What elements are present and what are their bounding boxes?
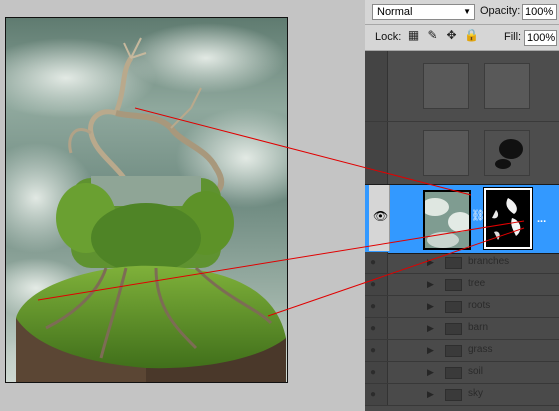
layer-group-row[interactable]: ● ▶ soil <box>365 362 559 384</box>
disclosure-triangle-icon[interactable]: ▶ <box>427 323 434 334</box>
opacity-value: 100% <box>525 6 554 18</box>
group-name: tree <box>468 278 486 289</box>
visibility-toggle[interactable]: ● <box>365 340 388 361</box>
folder-icon <box>445 257 462 269</box>
layer-group-row[interactable]: ● ▶ roots <box>365 296 559 318</box>
visibility-toggle[interactable]: ● <box>365 274 388 295</box>
folder-icon <box>445 301 462 313</box>
group-name: soil <box>468 366 484 377</box>
visibility-toggle[interactable]: ● <box>365 362 388 383</box>
visibility-toggle[interactable]: ● <box>365 252 388 273</box>
layer-group-row[interactable]: ● ▶ branches <box>365 252 559 274</box>
layers-panel: Normal ▼ Opacity: 100% Lock: ▦ ✎ ✥ 🔒 Fil… <box>365 0 559 411</box>
layer-thumbnail-preview <box>425 192 469 248</box>
layer-group-row[interactable]: ● ▶ tree <box>365 274 559 296</box>
eye-icon: 👁 <box>373 209 389 223</box>
blend-mode-select[interactable]: Normal ▼ <box>372 4 475 20</box>
fill-value: 100% <box>527 32 556 44</box>
group-name: roots <box>468 300 491 311</box>
visibility-toggle[interactable]: 👁 <box>369 185 390 251</box>
visibility-toggle[interactable]: ● <box>365 318 388 339</box>
eye-icon: ● <box>370 389 377 400</box>
layer-group-row[interactable]: ● ▶ grass <box>365 340 559 362</box>
eye-icon: ● <box>370 323 377 334</box>
blend-options-bar: Normal ▼ Opacity: 100% <box>365 0 559 25</box>
visibility-toggle[interactable]: ● <box>365 384 388 405</box>
disclosure-triangle-icon[interactable]: ▶ <box>427 279 434 290</box>
layer-row[interactable] <box>365 122 559 185</box>
lock-transparency-icon[interactable]: ▦ <box>407 29 420 42</box>
mask-preview <box>486 190 530 247</box>
disclosure-triangle-icon[interactable]: ▶ <box>427 257 434 268</box>
layer-group-row[interactable]: ● ▶ barn <box>365 318 559 340</box>
group-name: grass <box>468 344 493 355</box>
eye-icon: ● <box>370 345 377 356</box>
opacity-label: Opacity: <box>480 5 521 17</box>
folder-icon <box>445 279 462 291</box>
folder-icon <box>445 345 462 357</box>
active-layer-row[interactable]: 👁 ⛓ ... <box>365 184 559 254</box>
folder-icon <box>445 389 462 401</box>
disclosure-triangle-icon[interactable]: ▶ <box>427 389 434 400</box>
layer-mask-thumbnail[interactable] <box>483 187 533 250</box>
fill-label: Fill: <box>504 31 522 43</box>
visibility-toggle[interactable] <box>365 122 388 184</box>
group-name: barn <box>468 322 489 333</box>
lock-icon[interactable]: 🔒 <box>464 29 479 42</box>
blend-mode-value: Normal <box>377 6 413 18</box>
layer-group-row[interactable]: ● ▶ sky <box>365 384 559 406</box>
lock-position-move-icon[interactable]: ✥ <box>445 29 458 42</box>
group-name: branches <box>468 256 510 267</box>
mask-preview <box>495 139 523 169</box>
layer-thumbnail[interactable] <box>423 190 471 250</box>
eye-icon: ● <box>370 279 377 290</box>
layer-mask-thumbnail <box>484 63 530 109</box>
eye-icon: ● <box>370 367 377 378</box>
ellipsis-icon: ... <box>537 213 547 225</box>
layer-thumbnail <box>423 130 469 176</box>
disclosure-triangle-icon[interactable]: ▶ <box>427 345 434 356</box>
group-name: sky <box>468 388 483 399</box>
visibility-toggle[interactable] <box>365 51 388 121</box>
eye-icon: ● <box>370 257 377 268</box>
folder-icon <box>445 367 462 379</box>
fill-field[interactable]: 100% <box>524 30 557 46</box>
chevron-down-icon: ▼ <box>463 7 471 16</box>
artwork-illustration <box>6 23 287 382</box>
chain-link-icon[interactable]: ⛓ <box>471 209 485 222</box>
lock-pixels-brush-icon[interactable]: ✎ <box>426 29 439 42</box>
artwork-canvas <box>5 17 288 383</box>
disclosure-triangle-icon[interactable]: ▶ <box>427 367 434 378</box>
disclosure-triangle-icon[interactable]: ▶ <box>427 301 434 312</box>
opacity-field[interactable]: 100% <box>522 4 557 20</box>
folder-icon <box>445 323 462 335</box>
lock-controls: ▦ ✎ ✥ 🔒 <box>407 29 479 42</box>
layer-mask-thumbnail <box>484 130 530 176</box>
layer-thumbnail <box>423 63 469 109</box>
layer-row[interactable] <box>365 51 559 122</box>
lock-label: Lock: <box>375 31 402 43</box>
lock-options-bar: Lock: ▦ ✎ ✥ 🔒 Fill: 100% <box>365 25 559 51</box>
eye-icon: ● <box>370 301 377 312</box>
visibility-toggle[interactable]: ● <box>365 296 388 317</box>
